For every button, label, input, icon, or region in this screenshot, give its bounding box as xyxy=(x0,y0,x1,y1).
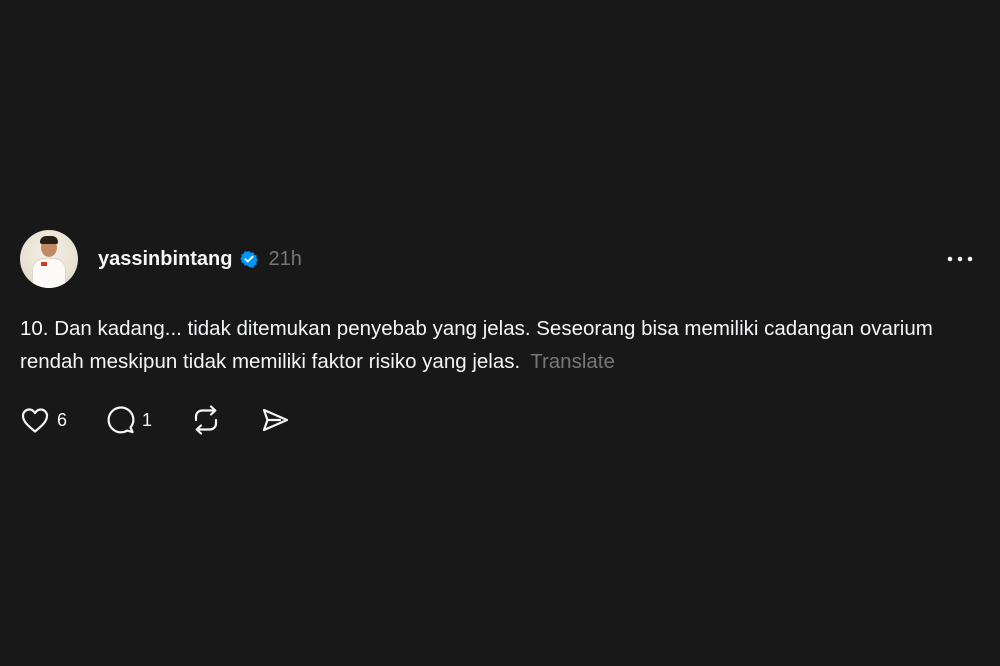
heart-icon xyxy=(20,406,50,434)
translate-link[interactable]: Translate xyxy=(530,350,615,373)
avatar[interactable] xyxy=(20,230,78,288)
like-count: 6 xyxy=(57,409,68,430)
comment-icon xyxy=(105,405,137,435)
share-button[interactable] xyxy=(260,406,290,434)
post-timestamp[interactable]: 21h xyxy=(268,248,301,271)
verified-badge-icon xyxy=(240,250,259,268)
like-button[interactable]: 6 xyxy=(20,406,67,434)
avatar-figure-hair xyxy=(40,236,58,244)
thread-post: yassinbintang 21h 10. Dan kadang... tida… xyxy=(20,229,980,436)
post-actions: 6 1 xyxy=(20,404,980,436)
username[interactable]: yassinbintang xyxy=(98,248,232,271)
post-header: yassinbintang 21h xyxy=(20,229,980,289)
more-options-icon[interactable] xyxy=(946,249,974,269)
reply-count: 1 xyxy=(142,409,153,430)
send-icon xyxy=(260,406,290,434)
repost-button[interactable] xyxy=(190,405,222,435)
avatar-figure-body xyxy=(32,258,66,288)
post-body: 10. Dan kadang... tidak ditemukan penyeb… xyxy=(20,317,933,373)
repost-icon xyxy=(190,405,222,435)
reply-button[interactable]: 1 xyxy=(105,405,152,435)
post-text: 10. Dan kadang... tidak ditemukan penyeb… xyxy=(20,312,970,378)
avatar-figure-badge xyxy=(41,262,47,266)
